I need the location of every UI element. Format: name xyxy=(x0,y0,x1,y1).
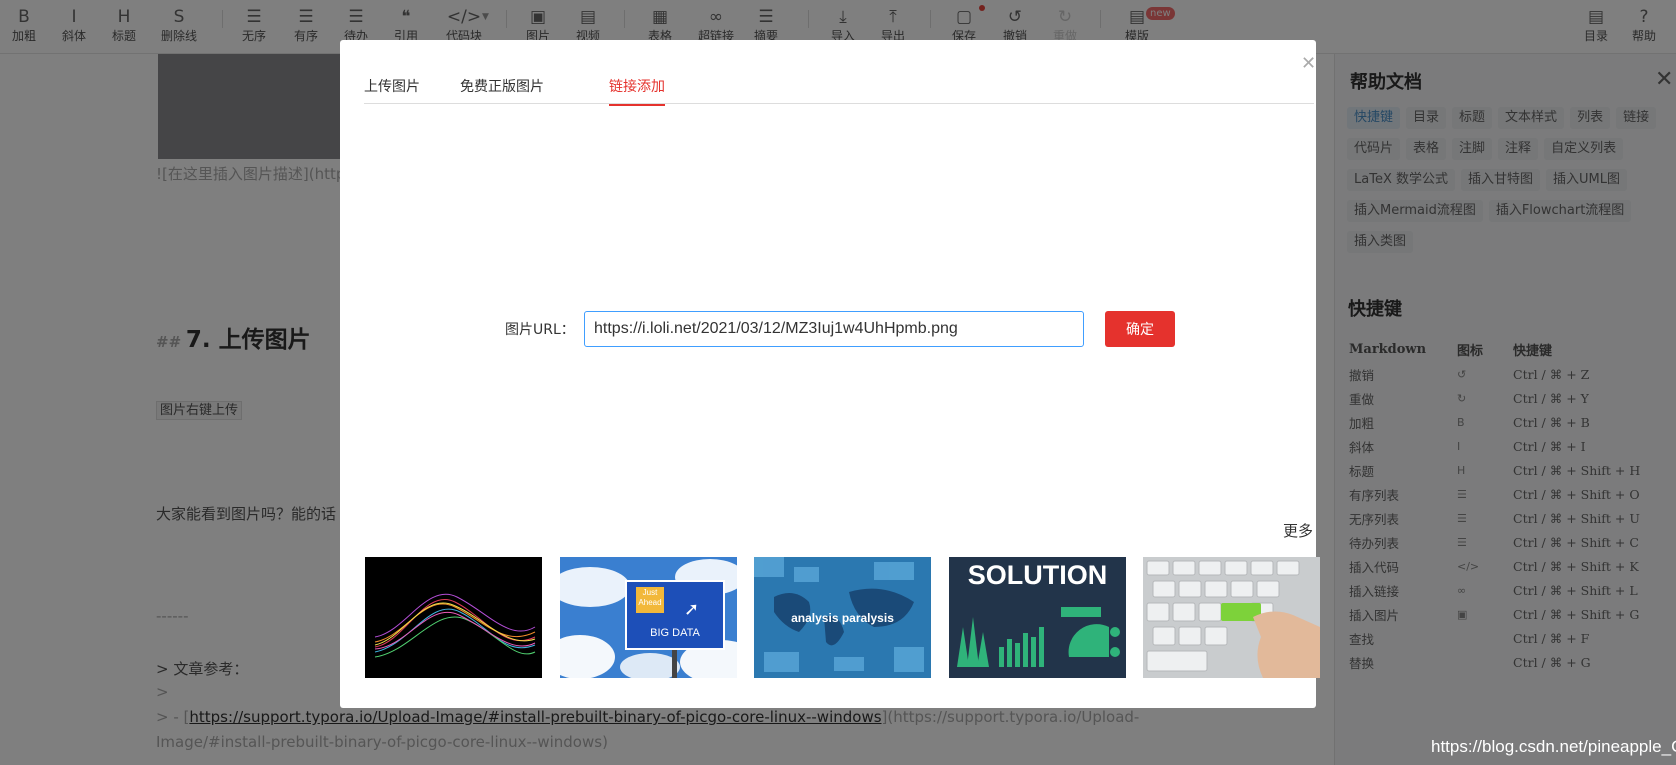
abstract-wave-image[interactable] xyxy=(365,557,542,678)
tab-link-add[interactable]: 链接添加 xyxy=(609,76,665,106)
keyboard-hand-image[interactable] xyxy=(1143,557,1320,678)
sign-bottom-text: BIG DATA xyxy=(650,627,700,639)
analysis-text: analysis paralysis xyxy=(791,611,894,625)
tab-upload-image[interactable]: 上传图片 xyxy=(364,76,420,104)
big-data-sign-image[interactable]: Just Ahead BIG DATA ➚ xyxy=(560,557,737,678)
solution-chart-image[interactable]: SOLUTION xyxy=(949,557,1126,678)
more-link[interactable]: 更多 xyxy=(1283,520,1313,541)
watermark-text: https://blog.csdn.net/pineapple_C xyxy=(1431,737,1676,756)
insert-image-dialog: ✕ 上传图片 免费正版图片 链接添加 图片URL： 确定 更多 xyxy=(340,40,1320,708)
analysis-paralysis-image[interactable]: analysis paralysis xyxy=(754,557,931,678)
arrow-icon: ➚ xyxy=(684,599,700,620)
tab-free-images[interactable]: 免费正版图片 xyxy=(460,76,544,104)
image-url-input[interactable] xyxy=(584,311,1084,347)
url-label: 图片URL： xyxy=(505,322,575,338)
solution-text: SOLUTION xyxy=(967,560,1108,590)
confirm-button[interactable]: 确定 xyxy=(1105,311,1175,347)
sign-top-text: Just Ahead xyxy=(638,588,662,607)
dialog-tabs: 上传图片 免费正版图片 链接添加 xyxy=(364,64,1314,106)
